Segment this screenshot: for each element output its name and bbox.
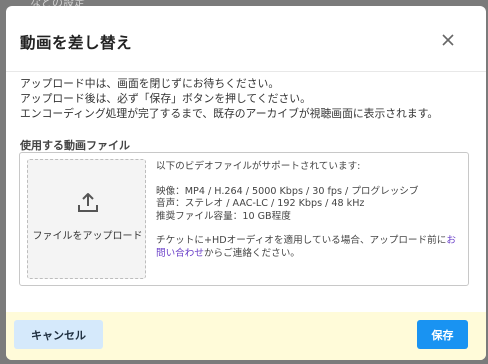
- modal-header: 動画を差し替え: [6, 6, 486, 72]
- video-file-section-label: 使用する動画ファイル: [20, 139, 130, 152]
- hd-audio-note: チケットに+HDオーディオを適用している場合、アップロード前にお問い合わせからご…: [156, 235, 464, 260]
- upload-label: ファイルをアップロード: [32, 231, 143, 242]
- video-file-box: ファイルをアップロード 以下のビデオファイルがサポートされています: 映像：MP…: [19, 152, 469, 286]
- audio-spec: 音声：ステレオ / AAC-LC / 192 Kbps / 48 kHz: [156, 198, 365, 210]
- info-intro: 以下のビデオファイルがサポートされています:: [156, 161, 361, 172]
- modal-title: 動画を差し替え: [20, 34, 133, 52]
- notice-line: エンコーディング処理が完了するまで、既存のアーカイブが視聴画面に表示されます。: [20, 107, 439, 120]
- modal-footer: キャンセル 保存: [6, 312, 486, 360]
- close-icon[interactable]: [440, 32, 456, 48]
- notice-line: アップロード後は、必ず「保存」ボタンを押してください。: [20, 92, 311, 105]
- supported-format-info: 以下のビデオファイルがサポートされています: 映像：MP4 / H.264 / …: [156, 161, 464, 260]
- note-prefix: チケットに+HDオーディオを適用している場合、アップロード前に: [156, 235, 447, 247]
- replace-video-modal: 動画を差し替え アップロード中は、画面を閉じずにお待ちください。 アップロード後…: [6, 6, 486, 360]
- save-button[interactable]: 保存: [417, 320, 468, 349]
- notice-line: アップロード中は、画面を閉じずにお待ちください。: [20, 77, 280, 90]
- upload-icon: [75, 190, 101, 216]
- video-spec: 映像：MP4 / H.264 / 5000 Kbps / 30 fps / プロ…: [156, 185, 419, 197]
- size-spec: 推奨ファイル容量：10 GB程度: [156, 210, 291, 222]
- upload-notice: アップロード中は、画面を閉じずにお待ちください。 アップロード後は、必ず「保存」…: [20, 76, 438, 121]
- cancel-button[interactable]: キャンセル: [14, 320, 103, 349]
- upload-dropzone[interactable]: ファイルをアップロード: [27, 159, 146, 279]
- note-suffix: からご連絡ください。: [203, 247, 300, 259]
